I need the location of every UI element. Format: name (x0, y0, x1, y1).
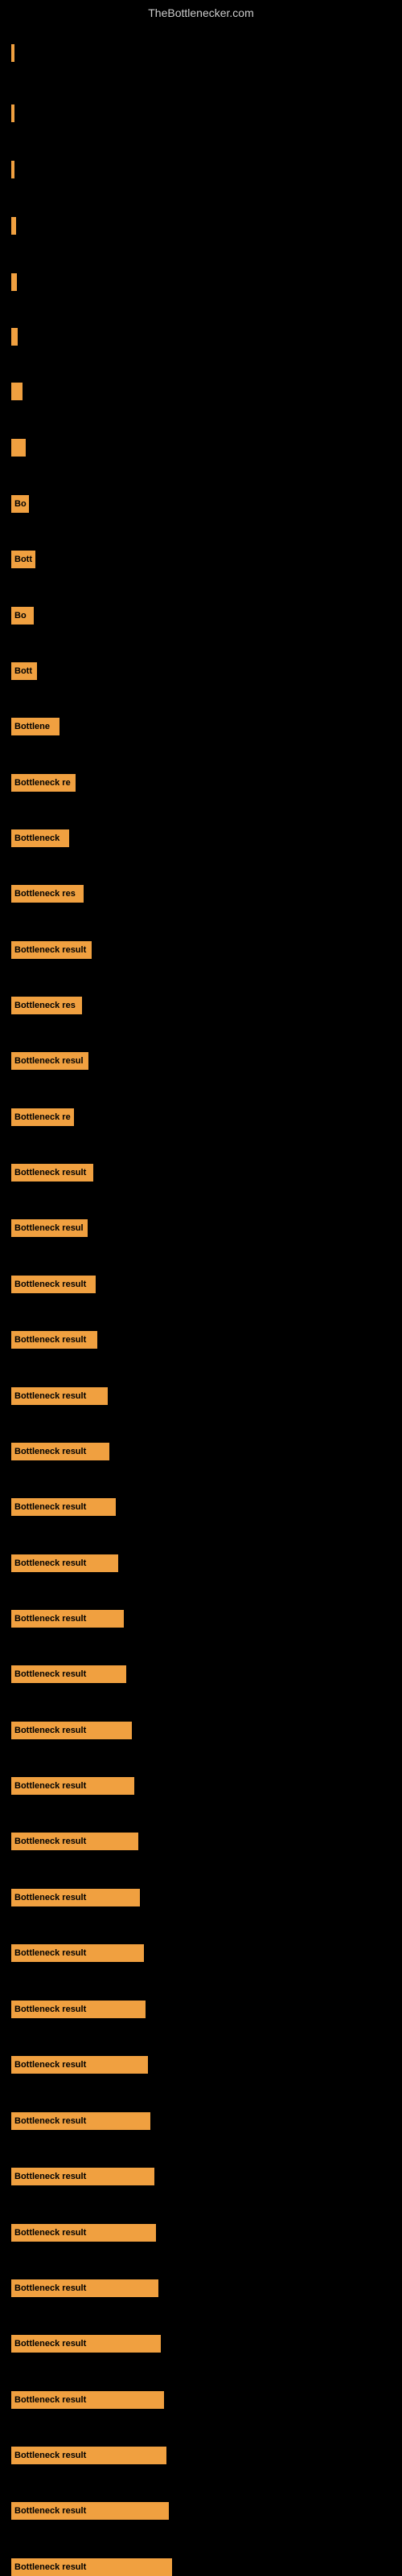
bar-row (11, 439, 26, 457)
bar-item: Bottleneck result (11, 1164, 93, 1182)
bar-row: Bottleneck re (11, 774, 76, 792)
bar-row: Bottleneck result (11, 2056, 148, 2074)
bar-item: Bottleneck res (11, 997, 82, 1014)
bar-row (11, 44, 14, 62)
bar-row: Bottleneck result (11, 1833, 138, 1850)
bar-item: Bo (11, 495, 29, 513)
bar-row: Bottleneck result (11, 2279, 158, 2297)
bar-row: Bottleneck result (11, 1777, 134, 1795)
bar-item: Bottleneck resul (11, 1219, 88, 1237)
bar-item: Bottleneck re (11, 1108, 74, 1126)
bar-item: Bottleneck result (11, 2279, 158, 2297)
bar-row: Bottleneck result (11, 941, 92, 959)
bar-item: Bottleneck re (11, 774, 76, 792)
bar-item: Bottleneck result (11, 2335, 161, 2353)
bar-row: Bottleneck result (11, 1665, 126, 1683)
bar-item: Bottleneck result (11, 1665, 126, 1683)
bar-row: Bottleneck result (11, 1554, 118, 1572)
bar-item (11, 273, 17, 291)
bar-row: Bottleneck re (11, 1108, 74, 1126)
bar-row: Bottleneck result (11, 2558, 172, 2576)
bar-item: Bottleneck (11, 829, 69, 847)
bar-row: Bottleneck result (11, 2168, 154, 2185)
bar-row: Bottleneck result (11, 1331, 97, 1349)
bar-row: Bottleneck result (11, 1889, 140, 1906)
bar-row: Bottleneck result (11, 1498, 116, 1516)
bar-item: Bottleneck result (11, 1554, 118, 1572)
bar-item: Bottleneck result (11, 2112, 150, 2130)
bar-item: Bottleneck result (11, 1276, 96, 1293)
bar-row: Bottleneck result (11, 1944, 144, 1962)
bar-row (11, 161, 14, 178)
bar-row (11, 104, 14, 122)
bar-row: Bottleneck result (11, 2502, 169, 2520)
bar-row: Bottleneck res (11, 885, 84, 903)
bar-item: Bottleneck result (11, 2224, 156, 2242)
bar-item (11, 217, 16, 235)
bar-item: Bottleneck result (11, 1498, 116, 1516)
bar-item: Bottleneck result (11, 1722, 132, 1739)
bar-row: Bottleneck result (11, 2224, 156, 2242)
bar-item: Bottleneck res (11, 885, 84, 903)
site-title: TheBottlenecker.com (0, 0, 402, 26)
bar-item: Bottleneck result (11, 1610, 124, 1628)
bar-item: Bottleneck result (11, 1944, 144, 1962)
bar-item: Bottleneck result (11, 1331, 97, 1349)
bar-item (11, 328, 18, 346)
bar-item: Bo (11, 607, 34, 625)
bar-row: Bottleneck resul (11, 1052, 88, 1070)
bar-row: Bottleneck result (11, 2391, 164, 2409)
bar-item: Bottleneck result (11, 2447, 166, 2464)
bar-row: Bottleneck resul (11, 1219, 88, 1237)
chart-area: TheBottlenecker.com Bo Bott Bo Bott Bottlene… (0, 0, 402, 2572)
bar-item: Bottleneck result (11, 2558, 172, 2576)
bar-item (11, 104, 14, 122)
bar-row: Bottlene (11, 718, 59, 735)
bar-row: Bottleneck result (11, 1387, 108, 1405)
bar-row: Bott (11, 551, 35, 568)
bar-row: Bo (11, 495, 29, 513)
bar-row: Bott (11, 662, 37, 680)
bar-item: Bottleneck result (11, 1443, 109, 1460)
bar-item: Bottleneck result (11, 2168, 154, 2185)
bar-row (11, 273, 17, 291)
bar-item: Bottleneck result (11, 2502, 169, 2520)
bar-item: Bottlene (11, 718, 59, 735)
bar-item: Bott (11, 662, 37, 680)
bar-item: Bottleneck result (11, 2056, 148, 2074)
bar-row: Bottleneck result (11, 1610, 124, 1628)
bar-item: Bottleneck result (11, 1387, 108, 1405)
bar-item: Bott (11, 551, 35, 568)
bar-row (11, 383, 23, 400)
bar-item (11, 383, 23, 400)
bar-row: Bottleneck result (11, 2112, 150, 2130)
bar-item: Bottleneck result (11, 1889, 140, 1906)
bar-item (11, 439, 26, 457)
bar-item (11, 161, 14, 178)
bar-item: Bottleneck result (11, 2391, 164, 2409)
bar-item: Bottleneck resul (11, 1052, 88, 1070)
bar-row: Bottleneck result (11, 2447, 166, 2464)
bar-item: Bottleneck result (11, 1777, 134, 1795)
bar-row: Bo (11, 607, 34, 625)
bar-item: Bottleneck result (11, 2001, 146, 2018)
bar-row: Bottleneck result (11, 1443, 109, 1460)
bar-row: Bottleneck result (11, 2001, 146, 2018)
bar-item: Bottleneck result (11, 1833, 138, 1850)
bar-row: Bottleneck result (11, 1276, 96, 1293)
bar-item: Bottleneck result (11, 941, 92, 959)
bar-row: Bottleneck res (11, 997, 82, 1014)
bar-item (11, 44, 14, 62)
bar-row: Bottleneck result (11, 2335, 161, 2353)
bar-row: Bottleneck result (11, 1164, 93, 1182)
bar-row: Bottleneck (11, 829, 69, 847)
bar-row: Bottleneck result (11, 1722, 132, 1739)
bar-row (11, 328, 18, 346)
bar-row (11, 217, 16, 235)
